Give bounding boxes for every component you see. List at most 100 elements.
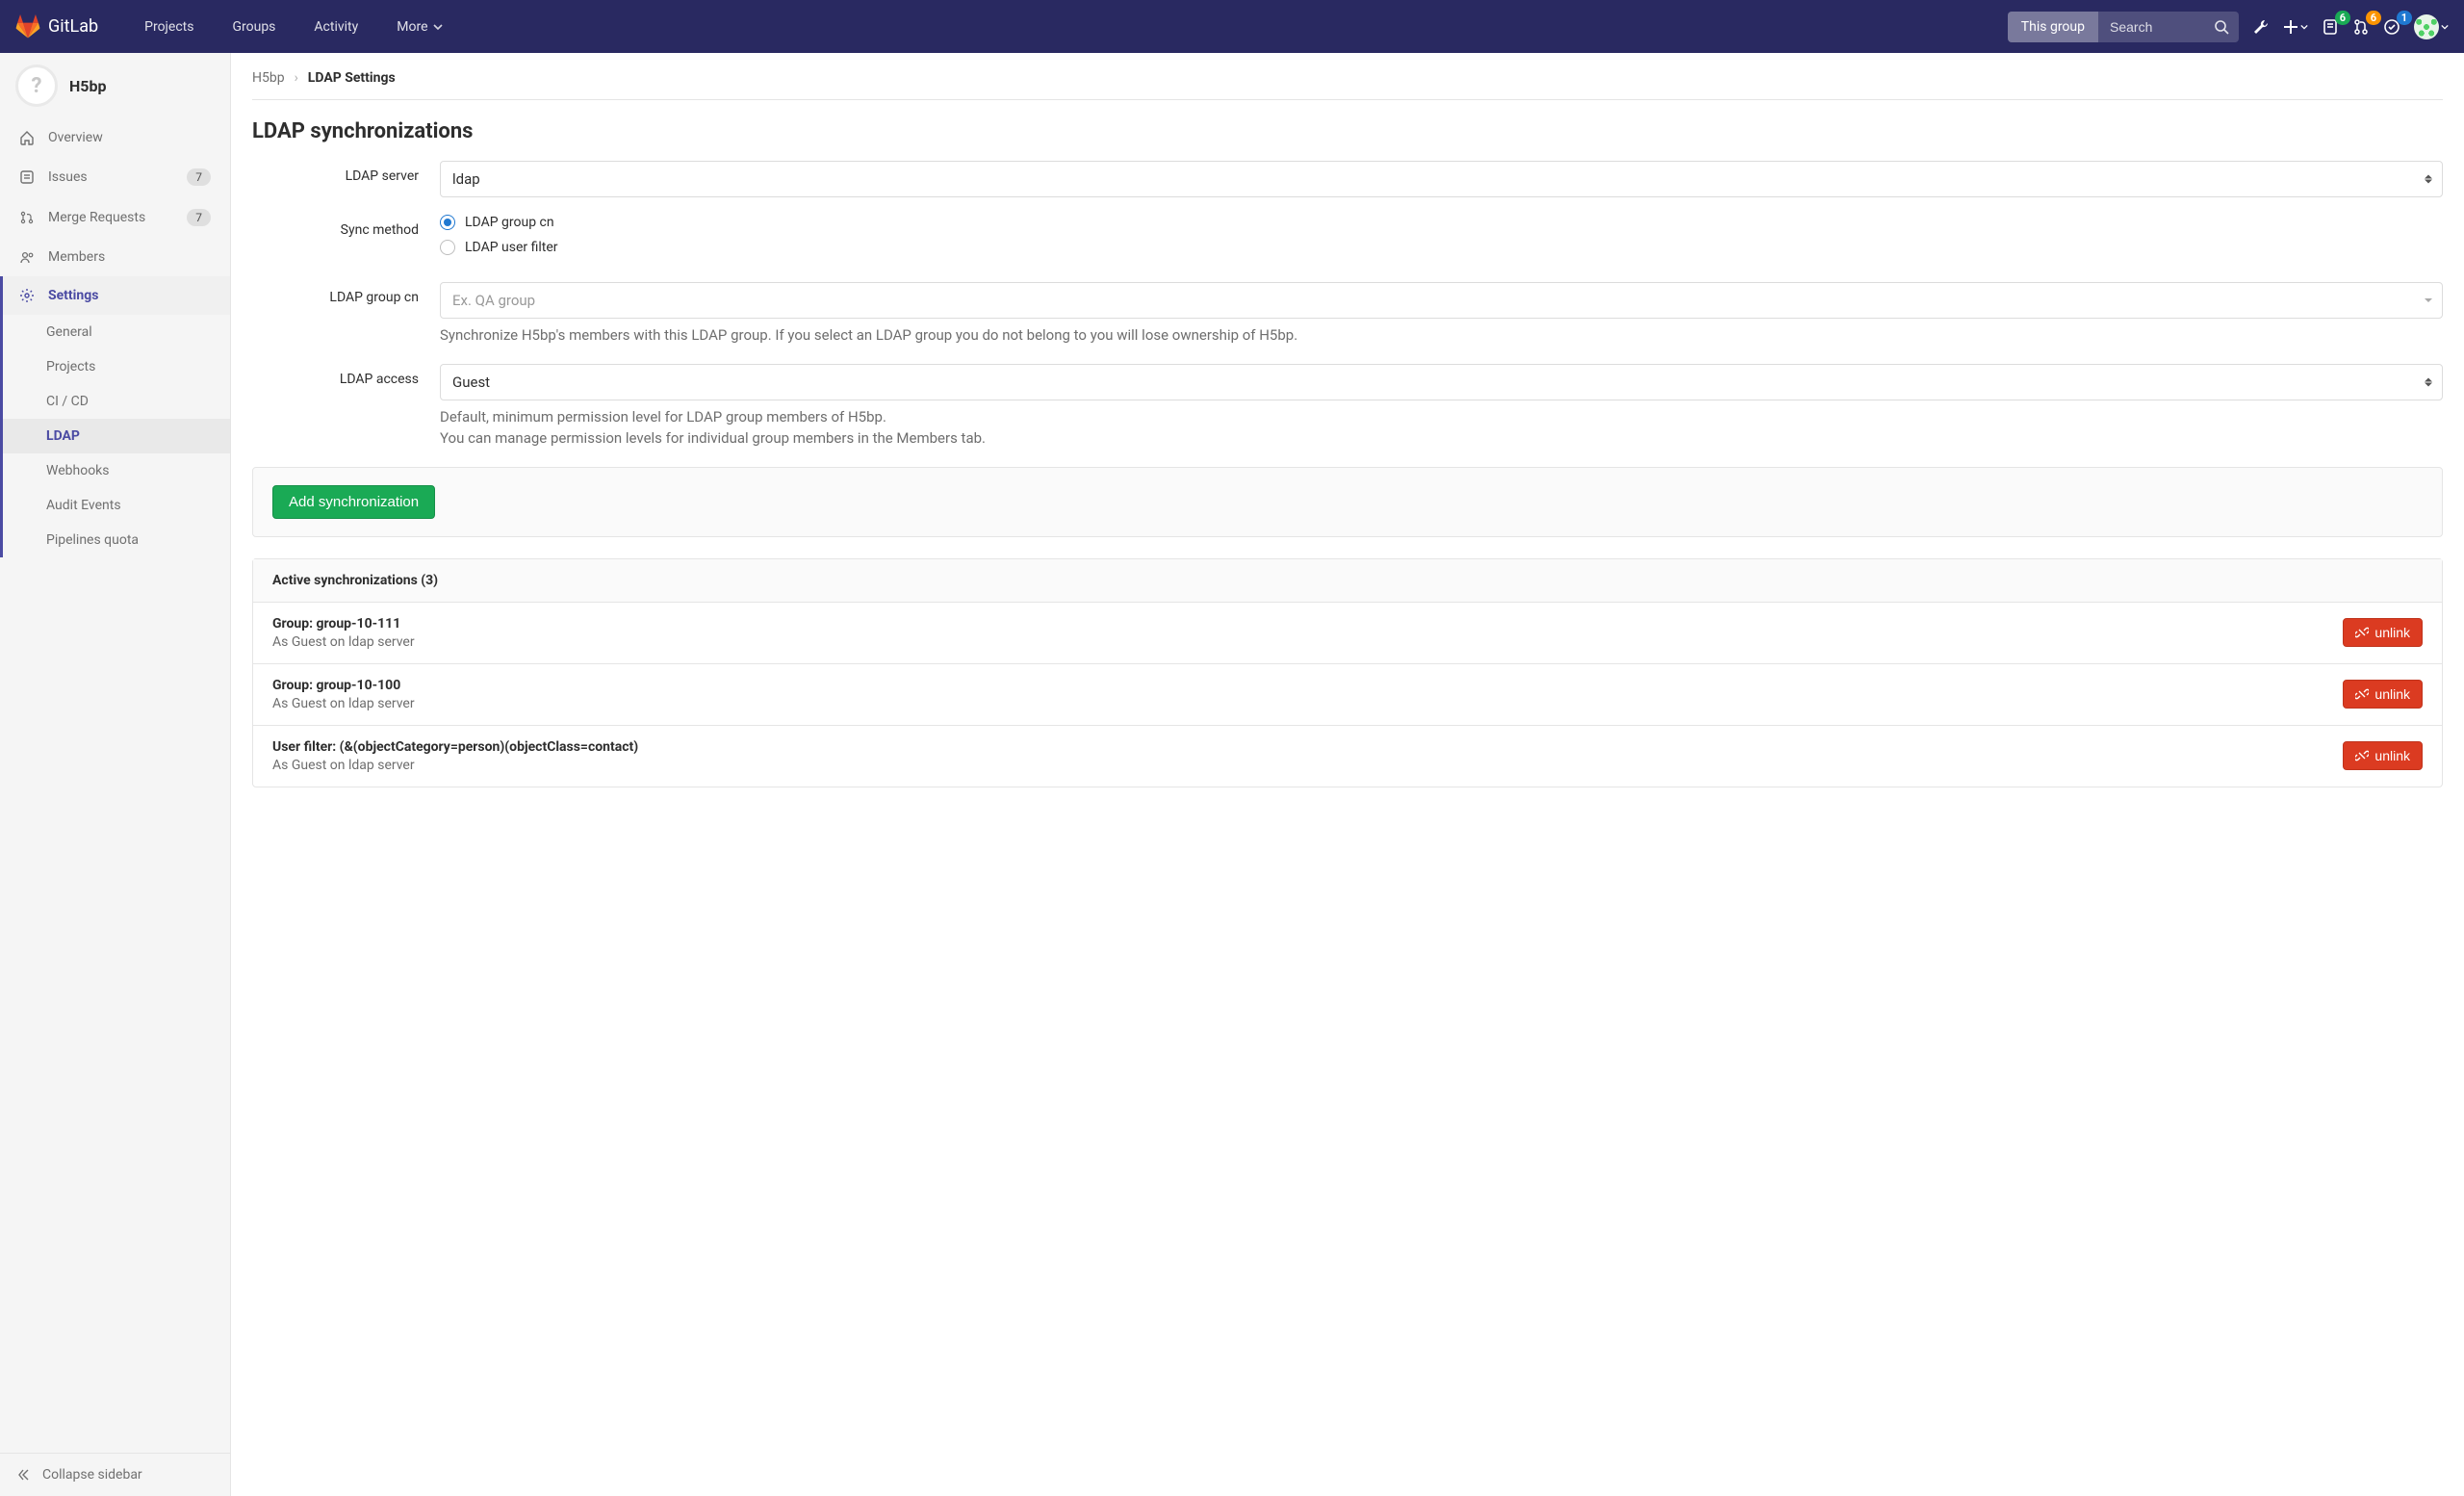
sync-row-info: Group: group-10-111 As Guest on ldap ser… — [272, 616, 415, 650]
button-bar: Add synchronization — [252, 467, 2443, 537]
help-access-line1: Default, minimum permission level for LD… — [440, 406, 2443, 428]
unlink-button[interactable]: unlink — [2343, 680, 2423, 709]
sidebar-item-merge-requests[interactable]: Merge Requests 7 — [0, 197, 230, 238]
chevron-down-icon — [433, 22, 443, 32]
sidebar-sub-audit-events[interactable]: Audit Events — [3, 488, 230, 523]
search-box: This group — [2008, 12, 2239, 42]
navbar-left: GitLab Projects Groups Activity More — [15, 0, 458, 53]
nav-groups[interactable]: Groups — [217, 0, 291, 53]
unlink-button[interactable]: unlink — [2343, 741, 2423, 770]
radio-icon — [440, 215, 455, 230]
collapse-sidebar[interactable]: Collapse sidebar — [0, 1453, 230, 1496]
help-access-line2: You can manage permission levels for ind… — [440, 427, 2443, 450]
brand-text: GitLab — [48, 16, 98, 37]
sidebar-item-label: Issues — [48, 169, 88, 185]
sidebar-item-settings[interactable]: Settings — [0, 276, 230, 315]
radio-user-filter[interactable]: LDAP user filter — [440, 240, 2443, 255]
help-access: Default, minimum permission level for LD… — [440, 406, 2443, 450]
merge-requests-icon[interactable]: 6 — [2352, 18, 2370, 36]
search-scope[interactable]: This group — [2008, 12, 2098, 42]
sync-row-sub: As Guest on ldap server — [272, 758, 638, 773]
radio-label: LDAP group cn — [465, 215, 554, 230]
radio-group-cn[interactable]: LDAP group cn — [440, 215, 2443, 230]
nav-projects[interactable]: Projects — [129, 0, 209, 53]
user-menu[interactable] — [2414, 14, 2449, 39]
todos-badge: 1 — [2397, 11, 2412, 25]
navbar-right: This group 6 6 1 — [2008, 12, 2449, 42]
sidebar-item-overview[interactable]: Overview — [0, 118, 230, 157]
collapse-label: Collapse sidebar — [42, 1467, 142, 1483]
breadcrumb-sep: › — [295, 70, 298, 86]
sync-row-title: User filter: (&(objectCategory=person)(o… — [272, 739, 638, 755]
create-plus-icon[interactable] — [2283, 19, 2308, 35]
nav-groups-label: Groups — [232, 19, 275, 35]
members-icon — [19, 249, 35, 265]
nav-activity-label: Activity — [314, 19, 358, 35]
unlink-label: unlink — [2374, 625, 2410, 640]
ldap-access-value: Guest — [452, 374, 490, 391]
sync-row-sub: As Guest on ldap server — [272, 634, 415, 650]
gear-icon — [19, 288, 35, 303]
active-sync-header: Active synchronizations (3) — [253, 559, 2442, 603]
radio-icon — [440, 240, 455, 255]
add-synchronization-button[interactable]: Add synchronization — [272, 485, 435, 519]
chevron-down-icon — [2425, 298, 2432, 302]
row-ldap-group-cn: LDAP group cn Ex. QA group Synchronize H… — [252, 282, 2443, 347]
ldap-access-select[interactable]: Guest — [440, 364, 2443, 400]
sidebar-item-members[interactable]: Members — [0, 238, 230, 276]
admin-wrench-icon[interactable] — [2252, 18, 2270, 36]
ldap-server-select[interactable]: ldap — [440, 161, 2443, 197]
sidebar-sub-cicd[interactable]: CI / CD — [3, 384, 230, 419]
issues-badge: 6 — [2335, 11, 2350, 25]
ldap-server-value: ldap — [452, 170, 480, 188]
sidebar-sub-general[interactable]: General — [3, 315, 230, 349]
sidebar-sub-webhooks[interactable]: Webhooks — [3, 453, 230, 488]
page-title: LDAP synchronizations — [252, 119, 2443, 143]
ldap-group-cn-placeholder: Ex. QA group — [452, 292, 535, 309]
nav-projects-label: Projects — [144, 19, 193, 35]
sidebar-header[interactable]: ? H5bp — [0, 53, 230, 118]
gitlab-logo-icon — [15, 14, 40, 39]
breadcrumb-root[interactable]: H5bp — [252, 70, 285, 86]
todos-icon[interactable]: 1 — [2383, 18, 2400, 36]
sidebar-item-issues[interactable]: Issues 7 — [0, 157, 230, 197]
chevron-down-icon — [2300, 23, 2308, 31]
avatar — [2414, 14, 2439, 39]
issues-icon[interactable]: 6 — [2322, 18, 2339, 36]
search-icon[interactable] — [2214, 19, 2229, 35]
sync-row: User filter: (&(objectCategory=person)(o… — [253, 726, 2442, 787]
label-ldap-group-cn: LDAP group cn — [252, 282, 440, 347]
sidebar-sub-projects[interactable]: Projects — [3, 349, 230, 384]
sidebar-item-label: Members — [48, 249, 105, 265]
logo[interactable]: GitLab — [15, 14, 98, 39]
chevron-down-icon — [2441, 23, 2449, 31]
breadcrumb-current: LDAP Settings — [308, 70, 396, 86]
row-sync-method: Sync method LDAP group cn LDAP user filt… — [252, 215, 2443, 265]
label-ldap-server: LDAP server — [252, 161, 440, 197]
sync-row: Group: group-10-111 As Guest on ldap ser… — [253, 603, 2442, 664]
label-sync-method: Sync method — [252, 215, 440, 265]
top-navbar: GitLab Projects Groups Activity More Thi… — [0, 0, 2464, 53]
unlink-button[interactable]: unlink — [2343, 618, 2423, 647]
sidebar-sub-pipelines-quota[interactable]: Pipelines quota — [3, 523, 230, 557]
nav-more[interactable]: More — [381, 0, 457, 53]
sync-row: Group: group-10-100 As Guest on ldap ser… — [253, 664, 2442, 726]
help-group-cn: Synchronize H5bp's members with this LDA… — [440, 324, 2443, 347]
sidebar-sub-ldap[interactable]: LDAP — [3, 419, 230, 453]
row-ldap-server: LDAP server ldap — [252, 161, 2443, 197]
unlink-label: unlink — [2374, 686, 2410, 702]
sidebar-issues-count: 7 — [187, 168, 211, 186]
unlink-icon — [2355, 687, 2369, 701]
nav-activity[interactable]: Activity — [298, 0, 373, 53]
sync-row-info: User filter: (&(objectCategory=person)(o… — [272, 739, 638, 773]
select-caret-icon — [2425, 175, 2432, 184]
ldap-group-cn-combobox[interactable]: Ex. QA group — [440, 282, 2443, 319]
select-caret-icon — [2425, 377, 2432, 386]
collapse-icon — [17, 1468, 31, 1482]
unlink-label: unlink — [2374, 748, 2410, 763]
group-name: H5bp — [69, 77, 106, 95]
mrs-badge: 6 — [2366, 11, 2381, 25]
breadcrumb: H5bp › LDAP Settings — [252, 70, 2443, 100]
merge-request-icon — [19, 210, 35, 225]
active-sync-panel: Active synchronizations (3) Group: group… — [252, 558, 2443, 787]
